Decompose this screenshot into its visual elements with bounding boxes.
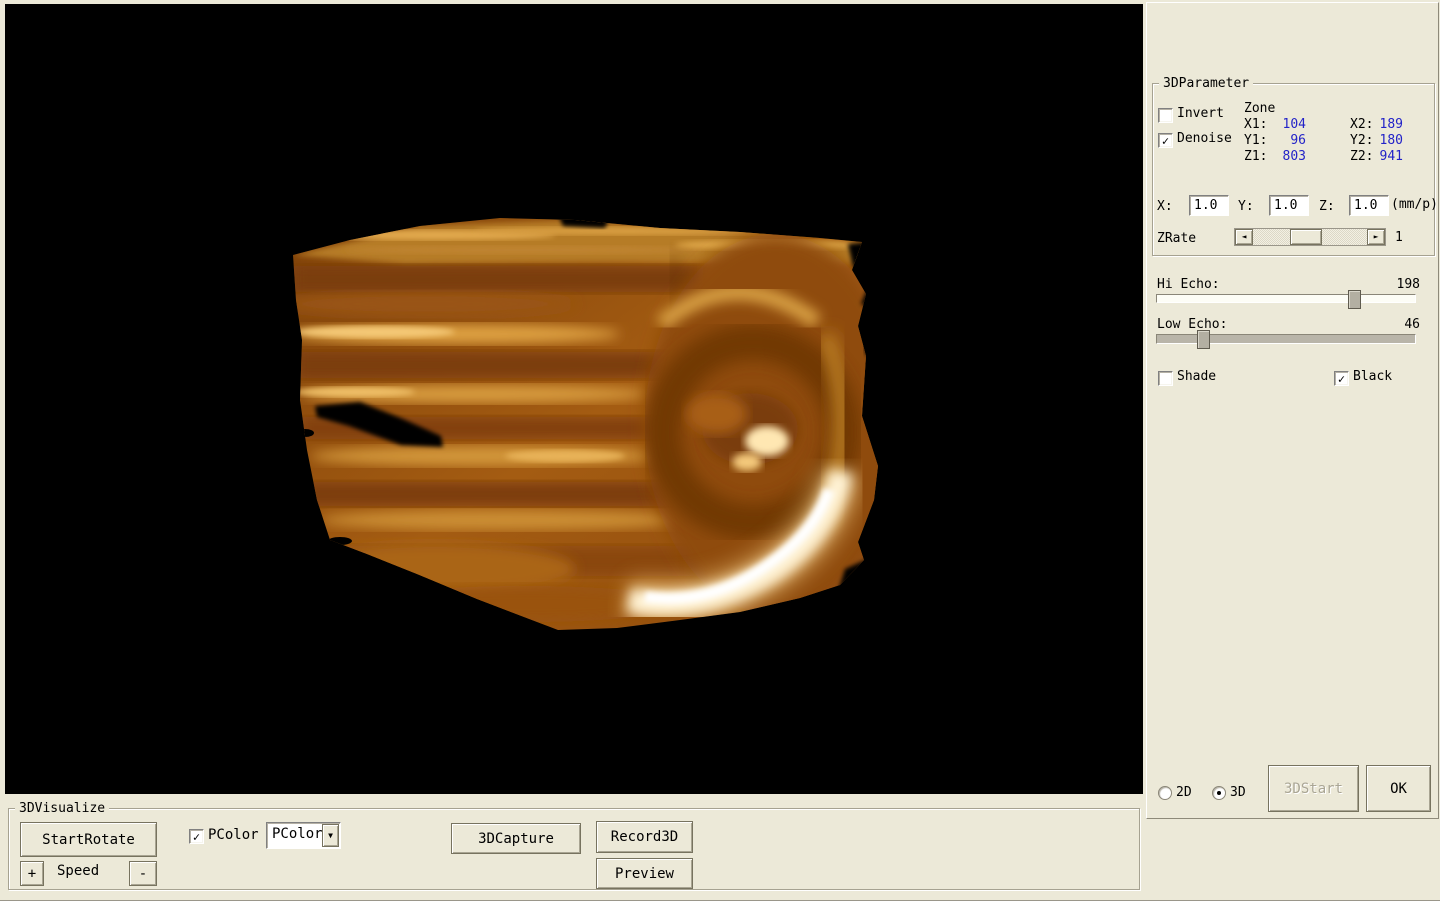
zone-x1-label: X1:	[1244, 118, 1267, 132]
denoise-checkbox[interactable]: ✓	[1158, 133, 1173, 148]
mode-3d-label: 3D	[1230, 786, 1246, 800]
zone-title: Zone	[1244, 102, 1275, 116]
scale-x-label: X:	[1157, 200, 1173, 214]
scale-z-label: Z:	[1319, 200, 1335, 214]
3dstart-button[interactable]: 3DStart	[1268, 765, 1359, 812]
black-label: Black	[1353, 370, 1392, 384]
zrate-value: 1	[1395, 231, 1403, 245]
hi-echo-label: Hi Echo:	[1157, 278, 1220, 292]
3dvisualize-group-title: 3DVisualize	[15, 801, 109, 816]
zone-z1-label: Z1:	[1244, 150, 1267, 164]
scale-x-input[interactable]: 1.0	[1189, 195, 1229, 216]
zone-z1-value: 803	[1276, 150, 1306, 164]
scroll-right-icon: ►	[1374, 233, 1379, 241]
zone-y1-value: 96	[1276, 134, 1306, 148]
dropdown-arrow-icon[interactable]: ▼	[322, 824, 339, 847]
parameter-panel: 3DParameter Invert ✓ Denoise Zone X1: 10…	[1146, 2, 1439, 819]
zone-z2-value: 941	[1373, 150, 1403, 164]
pcolor-select[interactable]: PColor ▼	[266, 822, 341, 849]
record3d-button[interactable]: Record3D	[596, 821, 693, 853]
zone-x2-value: 189	[1373, 118, 1403, 132]
preview-button[interactable]: Preview	[596, 858, 693, 889]
shade-checkbox[interactable]	[1158, 371, 1173, 386]
zrate-scroll-right-button[interactable]: ►	[1367, 229, 1385, 245]
hi-echo-slider-thumb[interactable]	[1348, 290, 1361, 309]
check-icon: ✓	[193, 832, 200, 842]
speed-label: Speed	[57, 864, 99, 878]
app-window: 3DParameter Invert ✓ Denoise Zone X1: 10…	[0, 0, 1440, 901]
zrate-scroll-thumb[interactable]	[1290, 229, 1322, 245]
scale-y-input[interactable]: 1.0	[1269, 195, 1309, 216]
check-icon: ✓	[1162, 136, 1169, 146]
scroll-left-icon: ◄	[1242, 233, 1247, 241]
speed-plus-button[interactable]: +	[20, 861, 44, 886]
denoise-label: Denoise	[1177, 132, 1232, 146]
mode-2d-radio[interactable]	[1158, 786, 1172, 800]
mode-3d-radio[interactable]	[1212, 786, 1226, 800]
low-echo-label: Low Echo:	[1157, 318, 1227, 332]
pcolor-select-value: PColor	[272, 826, 323, 842]
pcolor-checkbox[interactable]: ✓	[189, 829, 204, 844]
scale-y-label: Y:	[1238, 200, 1254, 214]
hi-echo-slider-track[interactable]	[1156, 294, 1416, 303]
black-checkbox[interactable]: ✓	[1334, 371, 1349, 386]
start-rotate-button[interactable]: StartRotate	[20, 822, 157, 857]
mode-2d-label: 2D	[1176, 786, 1192, 800]
3dparameter-group-title: 3DParameter	[1159, 76, 1253, 91]
zrate-label: ZRate	[1157, 232, 1196, 246]
zone-x1-value: 104	[1276, 118, 1306, 132]
volume-render	[5, 4, 1143, 794]
3d-viewport[interactable]	[5, 4, 1143, 794]
radio-dot-icon	[1217, 791, 1221, 795]
low-echo-slider-thumb[interactable]	[1197, 330, 1210, 349]
pcolor-label: PColor	[208, 828, 259, 842]
zrate-scrollbar[interactable]: ◄ ►	[1234, 228, 1386, 246]
ok-button[interactable]: OK	[1366, 765, 1431, 812]
low-echo-slider-track[interactable]	[1156, 334, 1416, 344]
speed-minus-button[interactable]: -	[129, 861, 157, 886]
zone-x2-label: X2:	[1350, 118, 1373, 132]
visualize-panel: 3DVisualize StartRotate ✓ PColor PColor …	[0, 795, 1145, 900]
invert-checkbox[interactable]	[1158, 108, 1173, 123]
3dcapture-button[interactable]: 3DCapture	[451, 823, 581, 854]
invert-label: Invert	[1177, 107, 1224, 121]
check-icon: ✓	[1338, 374, 1345, 384]
zone-y2-value: 180	[1373, 134, 1403, 148]
shade-label: Shade	[1177, 370, 1216, 384]
zone-y1-label: Y1:	[1244, 134, 1267, 148]
zrate-scroll-left-button[interactable]: ◄	[1235, 229, 1253, 245]
low-echo-value: 46	[1367, 318, 1420, 332]
scale-unit-label: (mm/p)	[1391, 198, 1438, 212]
zone-z2-label: Z2:	[1350, 150, 1373, 164]
zone-y2-label: Y2:	[1350, 134, 1373, 148]
hi-echo-value: 198	[1367, 278, 1420, 292]
scale-z-input[interactable]: 1.0	[1349, 195, 1389, 216]
